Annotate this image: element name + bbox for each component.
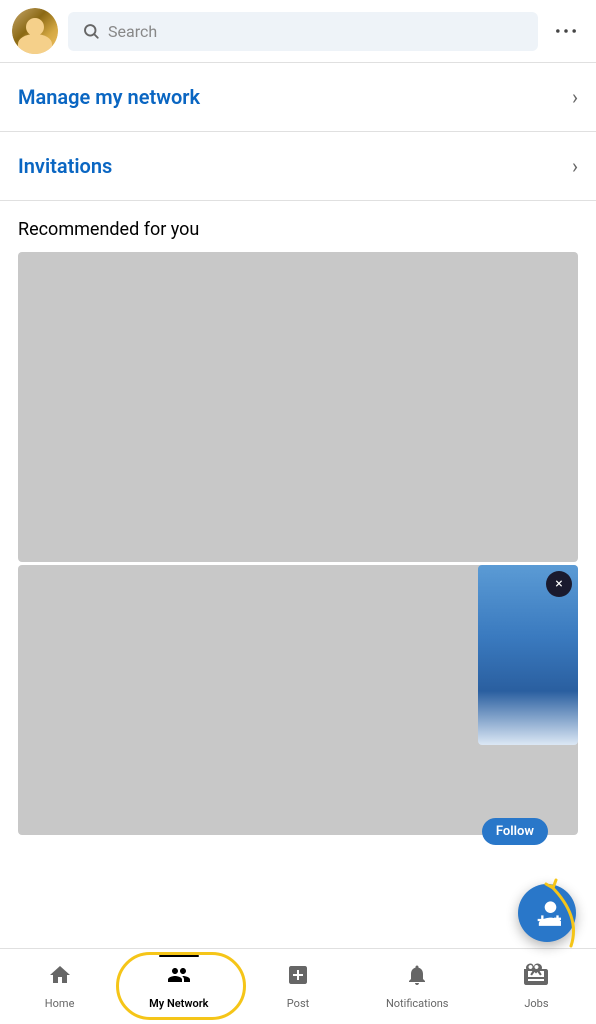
jobs-icon <box>524 963 548 993</box>
tab-home[interactable]: Home <box>0 955 119 1018</box>
recommended-card-2-wrapper: × Follow <box>18 565 578 835</box>
messaging-icon <box>552 17 580 45</box>
follow-popup: × <box>478 565 578 745</box>
notifications-icon <box>405 963 429 993</box>
tab-jobs-label: Jobs <box>524 997 548 1010</box>
app-header: Search <box>0 0 596 63</box>
add-person-icon <box>533 899 561 927</box>
home-icon <box>48 963 72 993</box>
tab-notifications-label: Notifications <box>386 997 449 1010</box>
invitations-label: Invitations <box>18 154 112 178</box>
search-icon <box>82 22 100 40</box>
search-placeholder-text: Search <box>108 22 157 41</box>
bottom-navigation: Home My Network Post Notifications Jobs <box>0 948 596 1024</box>
post-icon <box>286 963 310 993</box>
close-popup-button[interactable]: × <box>546 571 572 597</box>
manage-network-label: Manage my network <box>18 85 200 109</box>
invitations-item[interactable]: Invitations › <box>0 132 596 201</box>
manage-network-chevron: › <box>572 85 578 109</box>
messaging-button[interactable] <box>548 13 584 49</box>
recommended-card-1[interactable] <box>18 252 578 562</box>
add-connection-fab[interactable] <box>518 884 576 942</box>
follow-button-preview[interactable]: Follow <box>482 818 548 845</box>
manage-network-item[interactable]: Manage my network › <box>0 63 596 132</box>
invitations-chevron: › <box>572 154 578 178</box>
tab-jobs[interactable]: Jobs <box>477 955 596 1018</box>
tab-notifications[interactable]: Notifications <box>358 955 477 1018</box>
my-network-icon <box>167 963 191 993</box>
tab-post[interactable]: Post <box>238 955 357 1018</box>
tab-my-network[interactable]: My Network <box>119 955 238 1018</box>
tab-my-network-label: My Network <box>149 997 208 1010</box>
avatar[interactable] <box>12 8 58 54</box>
tab-post-label: Post <box>287 997 309 1010</box>
recommended-section-title: Recommended for you <box>0 201 596 252</box>
tab-home-label: Home <box>45 997 75 1010</box>
search-bar[interactable]: Search <box>68 12 538 51</box>
